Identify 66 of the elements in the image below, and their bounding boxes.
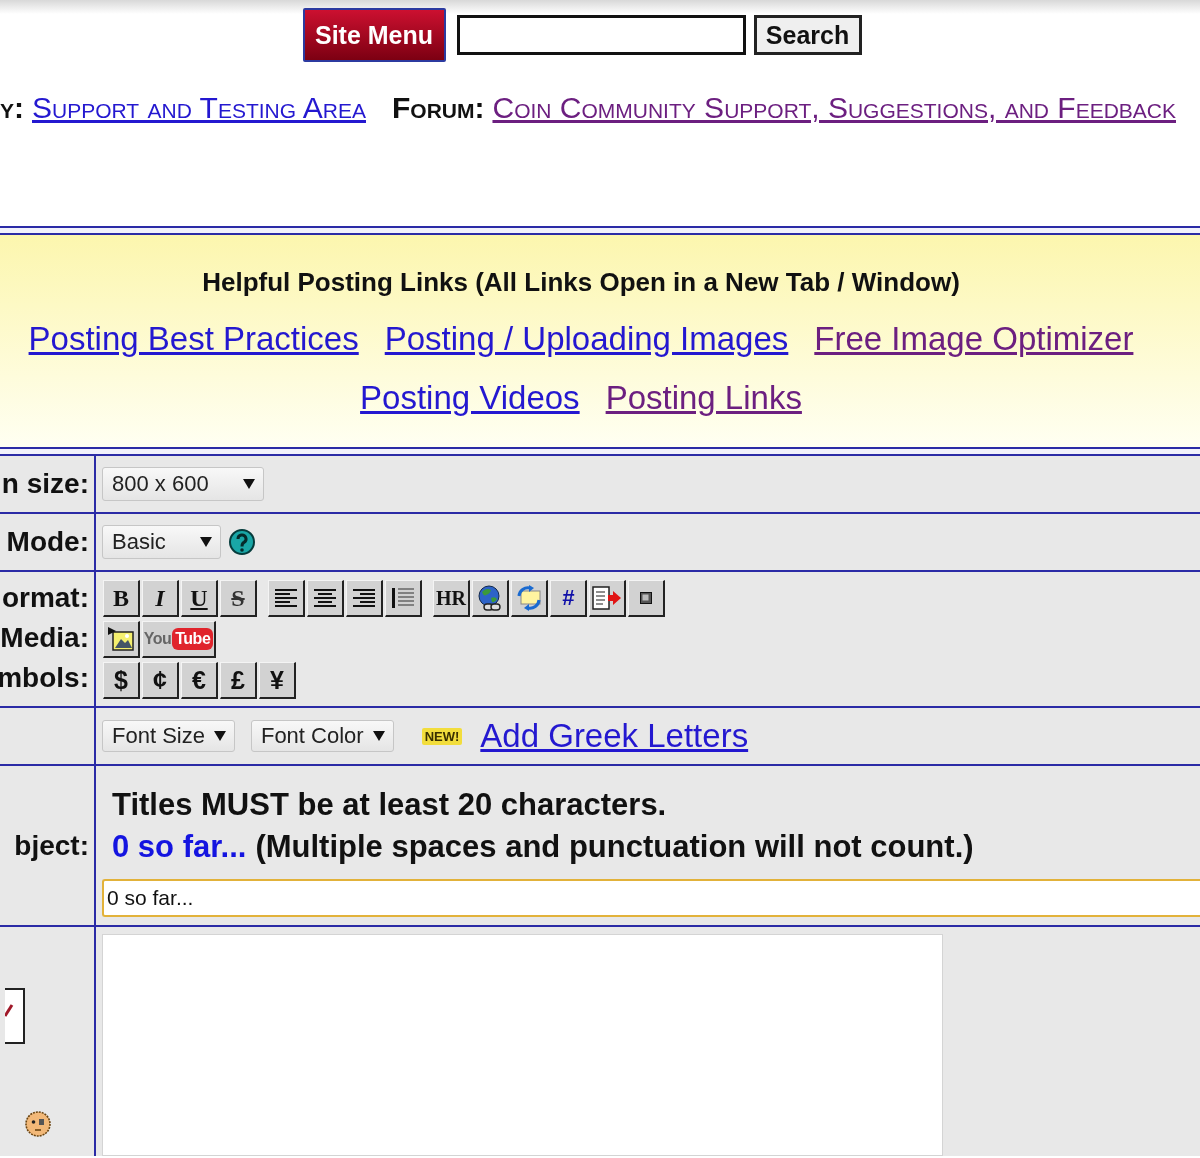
checkmark-box-icon — [5, 988, 25, 1044]
breadcrumb-link[interactable]: Coin Community Support, Suggestions, and Feedback — [492, 92, 1176, 124]
align-center-icon — [314, 589, 336, 607]
currency-button[interactable]: ¥ — [259, 662, 296, 699]
bar-lines-button[interactable] — [385, 580, 422, 617]
character-count: 0 so far... — [112, 828, 247, 866]
dropdown-select[interactable]: 800 x 600 — [102, 467, 264, 501]
currency-button[interactable]: € — [181, 662, 218, 699]
square-button[interactable] — [628, 580, 665, 617]
help-link[interactable]: Posting Links — [605, 378, 802, 418]
globe-button[interactable] — [472, 580, 509, 617]
currency-button[interactable]: ¢ — [142, 662, 179, 699]
underline-button[interactable]: U — [181, 580, 218, 617]
smiley-icon[interactable] — [25, 1111, 51, 1137]
swap-arrows-icon — [516, 585, 542, 611]
horizontal-rule-button[interactable]: HR — [433, 580, 470, 617]
currency-button[interactable]: $ — [103, 662, 140, 699]
subject-input[interactable]: 0 so far... — [102, 879, 1200, 917]
square-icon — [640, 592, 652, 604]
document-button[interactable] — [589, 580, 626, 617]
helpful-links-title: Helpful Posting Links (All Links Open in a New Tab / Window) — [202, 266, 960, 299]
field-label: Mode: — [6, 525, 89, 559]
caret-icon — [242, 479, 255, 489]
breadcrumb-label: Forum: — [392, 92, 485, 124]
field-label: Media: — [0, 621, 89, 655]
greek-letters-link[interactable]: Add Greek Letters — [480, 716, 749, 756]
help-link[interactable]: Posting Best Practices — [28, 319, 359, 359]
help-icon[interactable] — [228, 529, 255, 555]
caret-icon — [213, 731, 226, 741]
globe-link-icon — [477, 585, 503, 611]
align-left-icon — [275, 589, 297, 607]
image-button[interactable] — [103, 621, 140, 658]
count-hint-text: (Multiple spaces and punctuation will not count.) — [255, 828, 974, 866]
breadcrumb-label: y: — [0, 92, 24, 124]
help-link[interactable]: Posting / Uploading Images — [384, 319, 789, 359]
swap-button[interactable] — [511, 580, 548, 617]
caret-icon — [372, 731, 385, 741]
align-right-icon — [353, 589, 375, 607]
align-left-button[interactable] — [268, 580, 305, 617]
logo-badge: Tube — [172, 628, 214, 650]
dropdown-select[interactable]: Font Color — [250, 720, 394, 752]
bold-button[interactable]: B — [103, 580, 140, 617]
new-badge: NEW! — [421, 727, 463, 745]
search-button[interactable]: Search — [753, 15, 862, 55]
strikethrough-button[interactable]: S — [220, 580, 257, 617]
caret-icon — [199, 537, 212, 547]
field-label: ormat: — [1, 581, 89, 615]
help-link[interactable]: Posting Videos — [360, 378, 580, 418]
search-field[interactable] — [456, 15, 746, 55]
dropdown-select[interactable]: Font Size — [102, 720, 235, 752]
hash-button[interactable]: # — [550, 580, 587, 617]
align-right-button[interactable] — [346, 580, 383, 617]
site-menu-button[interactable]: Site Menu — [302, 8, 446, 62]
help-link[interactable]: Free Image Optimizer — [814, 319, 1134, 359]
field-label: bject: — [14, 828, 89, 863]
dropdown-select[interactable]: Basic — [102, 525, 221, 559]
title-rule-text: Titles MUST be at least 20 characters. — [111, 786, 668, 824]
document-arrow-icon — [592, 586, 622, 610]
field-label: n size: — [1, 467, 89, 501]
bar-lines-icon — [392, 588, 414, 608]
currency-button[interactable]: £ — [220, 662, 257, 699]
breadcrumb-link[interactable]: Support and Testing Area — [32, 92, 366, 124]
picture-icon — [108, 627, 134, 651]
youtube-button[interactable]: You Tube — [142, 621, 216, 658]
italic-button[interactable]: I — [142, 580, 179, 617]
align-center-button[interactable] — [307, 580, 344, 617]
